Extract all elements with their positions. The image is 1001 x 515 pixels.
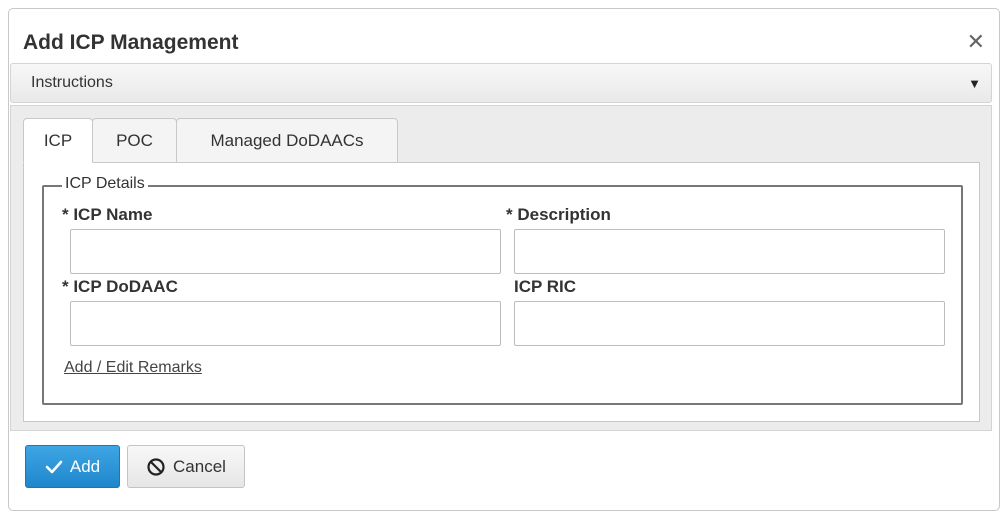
instructions-header[interactable]: Instructions ▼ [10, 63, 992, 103]
dialog-title: Add ICP Management [23, 31, 239, 54]
instructions-label: Instructions [31, 74, 113, 91]
icp-name-input[interactable] [70, 229, 501, 274]
close-icon[interactable]: ✕ [967, 31, 985, 53]
icp-ric-input[interactable] [514, 301, 945, 346]
icp-details-fieldset: ICP Details * ICP Name * Description * I… [42, 175, 963, 405]
icp-tab-content: ICP Details * ICP Name * Description * I… [23, 162, 980, 422]
caret-down-icon[interactable]: ▼ [968, 76, 981, 91]
description-label: * Description [506, 205, 611, 224]
tab-panel: ICP POC Managed DoDAACs ICP Details * IC… [10, 105, 992, 431]
add-button[interactable]: Add [25, 445, 120, 488]
tab-poc[interactable]: POC [92, 118, 177, 163]
description-input[interactable] [514, 229, 945, 274]
tab-icp[interactable]: ICP [23, 118, 93, 163]
cancel-button-label: Cancel [173, 456, 226, 476]
checkmark-icon [45, 460, 63, 473]
icp-ric-label: ICP RIC [514, 277, 577, 296]
cancel-circle-icon [147, 457, 165, 476]
icp-dodaac-input[interactable] [70, 301, 501, 346]
add-button-label: Add [69, 456, 101, 476]
icp-details-legend: ICP Details [62, 175, 148, 193]
icp-dodaac-label: * ICP DoDAAC [62, 277, 178, 296]
tab-managed-dodaacs[interactable]: Managed DoDAACs [176, 118, 398, 163]
icp-name-label: * ICP Name [62, 205, 153, 224]
cancel-button[interactable]: Cancel [127, 445, 245, 488]
add-edit-remarks-link[interactable]: Add / Edit Remarks [64, 359, 202, 377]
